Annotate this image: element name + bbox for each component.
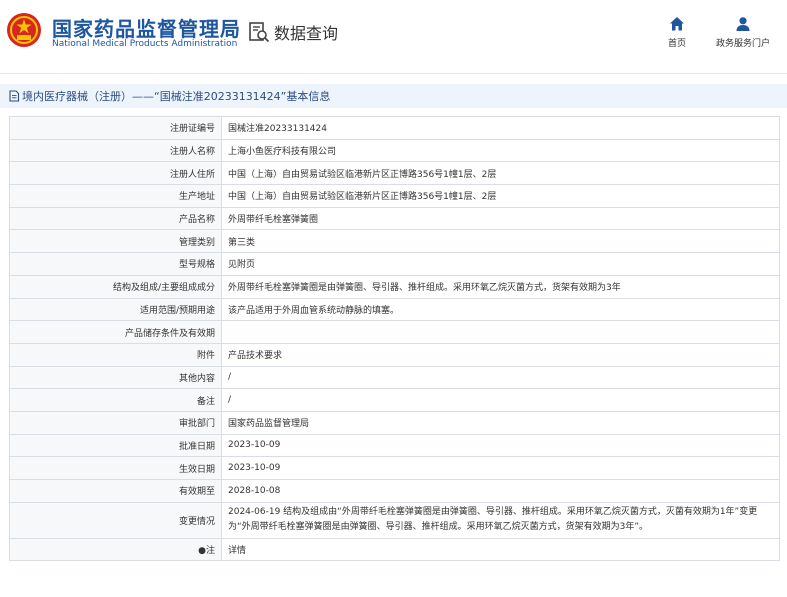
field-value: 见附页 <box>221 252 780 276</box>
field-label: 结构及组成/主要组成成分 <box>9 274 222 299</box>
table-row: 适用范围/预期用途 该产品适用于外周血管系统动静脉的填塞。 <box>9 297 780 322</box>
field-value: 2023-10-09 <box>221 456 780 480</box>
section-title-bar: 境内医疗器械（注册）——“国械注准20233131424”基本信息 <box>0 84 787 108</box>
table-row: 管理类别 第三类 <box>9 229 780 254</box>
table-row: 批准日期 2023-10-09 <box>9 433 780 458</box>
details-link[interactable]: 详情 <box>221 537 780 562</box>
field-value: 第三类 <box>221 229 780 254</box>
field-value: 中国（上海）自由贸易试验区临港新片区正博路356号1幢1层、2层 <box>221 184 780 208</box>
site-logo-subtitle: National Medical Products Administration <box>52 39 238 49</box>
table-row: 有效期至 2028-10-08 <box>9 479 780 503</box>
table-row: 变更情况 2024-06-19 结构及组成由“外周带纤毛栓塞弹簧圈是由弹簧圈、导引… <box>9 501 780 539</box>
field-value: / <box>221 388 780 412</box>
nav-home-label: 首页 <box>667 39 686 49</box>
data-query-label: 数据查询 <box>274 24 339 43</box>
field-value: 外周带纤毛栓塞弹簧圈是由弹簧圈、导引器、推杆组成。采用环氧乙烷灭菌方式，货架有效… <box>221 274 780 299</box>
field-value: 外周带纤毛栓塞弹簧圈 <box>221 206 780 231</box>
field-value: 该产品适用于外周血管系统动静脉的填塞。 <box>221 297 780 322</box>
field-label: 变更情况 <box>9 501 222 539</box>
table-row: 生产地址 中国（上海）自由贸易试验区临港新片区正博路356号1幢1层、2层 <box>9 184 780 208</box>
site-header: 国家药品监督管理局 National Medical Products Admi… <box>0 0 787 74</box>
document-search-icon <box>249 22 270 43</box>
field-label: 产品储存条件及有效期 <box>9 320 222 344</box>
field-value: 2024-06-19 结构及组成由“外周带纤毛栓塞弹簧圈是由弹簧圈、导引器、推杆… <box>221 501 780 539</box>
field-label: 其他内容 <box>9 365 222 390</box>
site-logo-title[interactable]: 国家药品监督管理局 <box>52 13 241 42</box>
field-value: 国械注准20233131424 <box>221 116 780 140</box>
table-row: 审批部门 国家药品监督管理局 <box>9 410 780 435</box>
field-label: 附件 <box>9 342 222 367</box>
field-value: 上海小鱼医疗科技有限公司 <box>221 138 780 163</box>
field-label: 生效日期 <box>9 456 222 480</box>
field-label: ●注 <box>9 537 222 562</box>
nav-service-portal-label: 政务服务门户 <box>715 39 770 49</box>
field-label: 审批部门 <box>9 410 222 435</box>
field-label: 管理类别 <box>9 229 222 254</box>
field-label: 批准日期 <box>9 433 222 458</box>
data-query-heading: 数据查询 <box>248 20 338 44</box>
field-label: 生产地址 <box>9 184 222 208</box>
field-value: / <box>221 365 780 390</box>
table-row: 注册人住所 中国（上海）自由贸易试验区临港新片区正博路356号1幢1层、2层 <box>9 161 780 186</box>
field-label: 产品名称 <box>9 206 222 231</box>
field-label: 注册人住所 <box>9 161 222 186</box>
field-value: 2023-10-09 <box>221 433 780 458</box>
nav-service-portal[interactable]: 政务服务门户 <box>712 16 774 49</box>
field-value: 中国（上海）自由贸易试验区临港新片区正博路356号1幢1层、2层 <box>221 161 780 186</box>
nav-home[interactable]: 首页 <box>662 16 692 49</box>
field-label: 有效期至 <box>9 479 222 503</box>
registration-info-table: 注册证编号 国械注准20233131424 注册人名称 上海小鱼医疗科技有限公司 注册人… <box>9 116 780 562</box>
table-row: 生效日期 2023-10-09 <box>9 456 780 480</box>
table-row: ●注 详情 <box>9 537 780 562</box>
table-row: 产品名称 外周带纤毛栓塞弹簧圈 <box>9 206 780 231</box>
field-value: 产品技术要求 <box>221 342 780 367</box>
table-row: 型号规格 见附页 <box>9 252 780 276</box>
table-row: 注册人名称 上海小鱼医疗科技有限公司 <box>9 138 780 163</box>
national-emblem-icon <box>7 13 41 47</box>
field-label: 注册人名称 <box>9 138 222 163</box>
document-icon <box>9 90 20 102</box>
field-value: 2028-10-08 <box>221 479 780 503</box>
field-value: 国家药品监督管理局 <box>221 410 780 435</box>
field-label: 注册证编号 <box>9 116 222 140</box>
field-label: 适用范围/预期用途 <box>9 297 222 322</box>
user-icon <box>736 17 750 31</box>
table-row: 其他内容 / <box>9 365 780 390</box>
field-label: 备注 <box>9 388 222 412</box>
field-label: 型号规格 <box>9 252 222 276</box>
field-value <box>221 320 780 344</box>
home-icon <box>670 17 684 31</box>
table-row: 注册证编号 国械注准20233131424 <box>9 116 780 140</box>
section-title: 境内医疗器械（注册）——“国械注准20233131424”基本信息 <box>22 90 331 103</box>
table-row: 结构及组成/主要组成成分 外周带纤毛栓塞弹簧圈是由弹簧圈、导引器、推杆组成。采用环… <box>9 274 780 299</box>
table-row: 备注 / <box>9 388 780 412</box>
table-row: 附件 产品技术要求 <box>9 342 780 367</box>
table-row: 产品储存条件及有效期 <box>9 320 780 344</box>
